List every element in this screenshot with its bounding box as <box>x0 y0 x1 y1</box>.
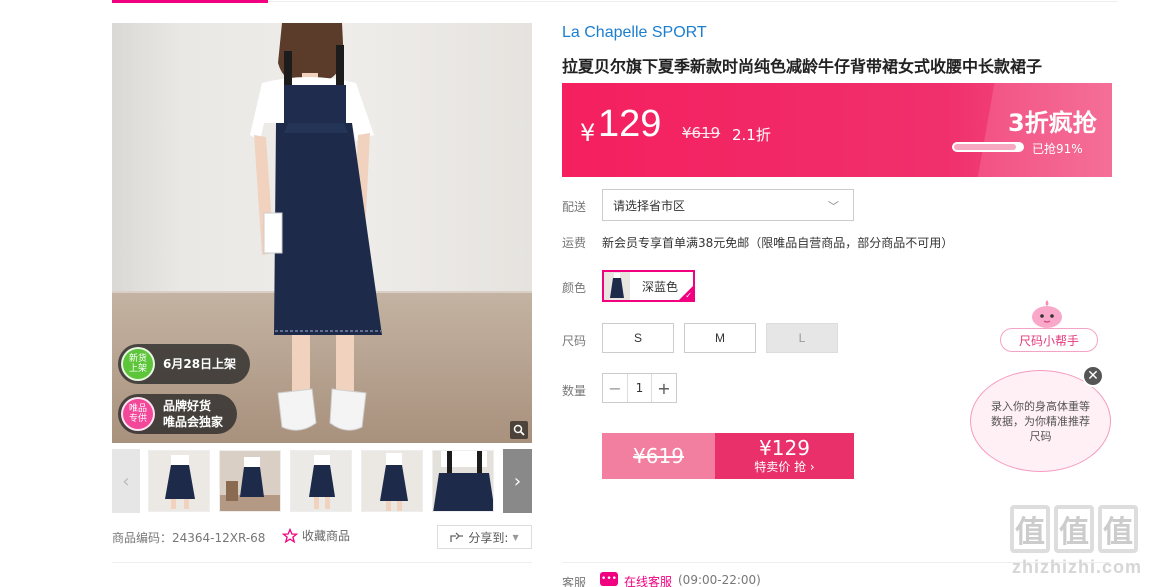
color-name: 深蓝色 <box>642 279 679 294</box>
size-label: 尺码 <box>562 334 587 348</box>
watermark-glyph: 值 <box>1010 505 1050 553</box>
share-dropdown[interactable]: 分享到: ▼ <box>437 525 532 549</box>
exclusive-text: 品牌好货 唯品会独家 <box>163 399 224 429</box>
size-option-s[interactable]: S <box>602 323 674 353</box>
buy-price: ¥129 <box>759 436 810 460</box>
chevron-left-icon: ‹ <box>122 470 130 492</box>
quantity-increase-button[interactable]: + <box>652 374 676 402</box>
quantity-input[interactable]: 1 <box>627 374 652 402</box>
buy-label: 特卖价 抢 › <box>754 460 815 474</box>
quantity-label: 数量 <box>562 384 587 398</box>
quantity-stepper: − 1 + <box>602 373 677 403</box>
new-arrival-badge: 新货 上架 <box>121 347 155 381</box>
top-accent-bar <box>112 0 268 3</box>
exclusive-badge: 唯品 专供 <box>121 397 155 431</box>
product-code: 商品编码：24364-12XR-68 <box>112 531 266 545</box>
thumbnail[interactable] <box>361 450 423 512</box>
size-option-m[interactable]: M <box>684 323 756 353</box>
color-swatch <box>604 272 630 300</box>
size-option-l: L <box>766 323 838 353</box>
color-option-selected[interactable]: 深蓝色 ✓ <box>602 270 695 302</box>
watermark-logo: 值 值 值 <box>1010 505 1138 553</box>
top-divider <box>268 1 1118 2</box>
product-title: 拉夏贝尔旗下夏季新款时尚纯色减龄牛仔背带裙女式收腰中长款裙子 <box>562 57 1043 76</box>
price-banner: ¥ 129 ¥619 2.1折 3折疯抢 已抢91% <box>562 83 1112 177</box>
sold-progress-fill <box>954 144 1016 150</box>
buy-original-price[interactable]: ¥619 <box>602 433 715 479</box>
thumbnail[interactable] <box>290 450 352 512</box>
currency-symbol: ¥ <box>580 119 596 147</box>
region-placeholder: 请选择省市区 <box>613 198 686 213</box>
exclusive-tag: 唯品 专供 品牌好货 唯品会独家 <box>118 394 238 434</box>
discount-rate: 2.1折 <box>732 126 771 144</box>
buy-now-button[interactable]: ¥129 特卖价 抢 › <box>715 433 854 479</box>
share-icon <box>450 532 464 542</box>
new-arrival-tag: 新货 上架 6月28日上架 <box>118 344 251 384</box>
sold-progress-text: 已抢91% <box>1032 142 1083 156</box>
favorite-button[interactable]: 收藏商品 <box>282 527 350 544</box>
close-icon[interactable]: ✕ <box>1082 365 1104 387</box>
watermark-glyph: 值 <box>1054 505 1094 553</box>
region-select[interactable]: 请选择省市区 ﹀ <box>602 189 854 221</box>
new-arrival-date: 6月28日上架 <box>163 357 237 371</box>
chat-icon: ••• <box>600 572 618 586</box>
watermark-text: zhizhizhi.com <box>1012 557 1142 577</box>
mascot-icon <box>1032 300 1062 328</box>
left-divider <box>112 562 532 563</box>
thumb-prev-button[interactable]: ‹ <box>112 449 140 513</box>
thumbnail[interactable] <box>148 450 210 512</box>
service-hours: (09:00-22:00) <box>678 573 761 587</box>
size-helper-button[interactable]: 尺码小帮手 <box>1000 328 1098 352</box>
chevron-down-icon: ﹀ <box>828 200 839 213</box>
brand-link[interactable]: La Chapelle SPORT <box>562 24 707 42</box>
thumb-next-button[interactable]: › <box>503 449 532 513</box>
color-label: 颜色 <box>562 281 587 295</box>
shipping-text: 新会员专享首单满38元免邮（限唯品自营商品，部分商品不可用） <box>602 236 954 250</box>
caret-down-icon: ▼ <box>512 532 519 542</box>
check-icon: ✓ <box>685 291 692 300</box>
chevron-right-icon: › <box>513 470 522 492</box>
shipping-label: 运费 <box>562 236 587 250</box>
online-service-link[interactable]: 在线客服 <box>624 573 672 587</box>
thumbnail[interactable] <box>219 450 281 512</box>
share-label: 分享到: <box>468 530 509 545</box>
quantity-decrease-button[interactable]: − <box>603 374 627 402</box>
sold-progress-bar <box>952 142 1024 152</box>
zoom-icon[interactable] <box>510 421 528 439</box>
watermark-glyph: 值 <box>1098 505 1138 553</box>
star-icon <box>282 527 298 543</box>
main-product-image[interactable]: 新货 上架 6月28日上架 唯品 专供 品牌好货 唯品会独家 <box>112 23 532 443</box>
sale-price: 129 <box>598 103 662 145</box>
service-label: 客服 <box>562 576 587 587</box>
promo-title: 3折疯抢 <box>1008 109 1097 137</box>
delivery-label: 配送 <box>562 200 587 214</box>
original-price: ¥619 <box>682 124 721 142</box>
favorite-label: 收藏商品 <box>302 529 351 543</box>
thumbnail[interactable] <box>432 450 494 512</box>
